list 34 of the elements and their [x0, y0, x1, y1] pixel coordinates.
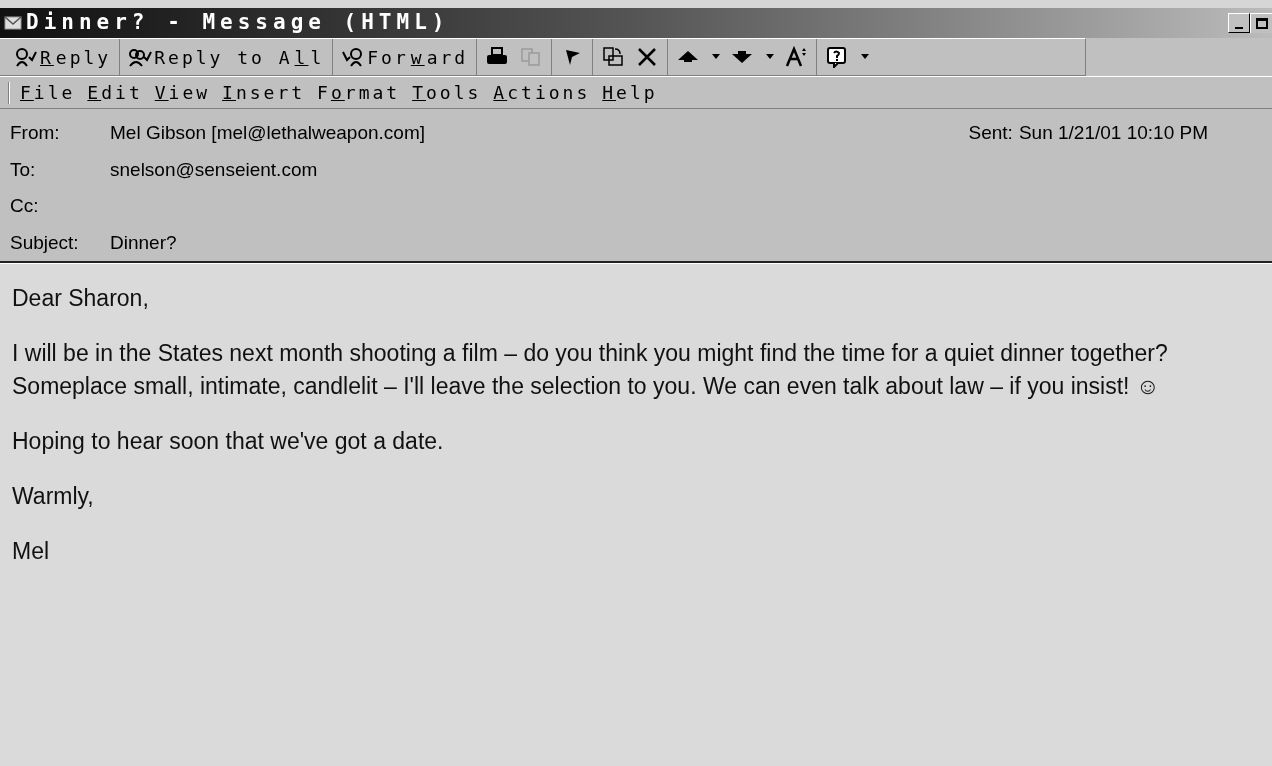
- caret-icon: [712, 54, 721, 60]
- recipient-value: snelson@senseient.com: [110, 157, 318, 182]
- header-label: Sent:: [968, 121, 1013, 145]
- forward-button[interactable]: For w ard: [339, 42, 471, 72]
- menu-item[interactable]: F o rmat: [315, 79, 403, 106]
- sender-value: Mel Gibson [mel@lethalweapon.com]: [110, 121, 425, 145]
- menu-item[interactable]: H elp: [600, 79, 660, 106]
- body-paragraph: Dear Sharon,: [12, 284, 150, 313]
- maximize-button[interactable]: [1250, 13, 1272, 33]
- body-paragraph: I will be in the States next month shooting a film – do you think you might find the time for a quiet dinner together? Someplace small, intimate, candlelit – I'll leave the selection to you. We can even talk about law – if you insist! ☺: [12, 339, 1169, 401]
- reply-all-button[interactable]: Reply to A l l: [126, 42, 327, 72]
- window-title: Dinner? - Message (HTML): [26, 9, 450, 37]
- minimize-button[interactable]: [1228, 13, 1250, 33]
- menu-item[interactable]: V iew: [152, 79, 213, 106]
- header-label: Cc:: [10, 194, 40, 218]
- menu-item[interactable]: F ile: [18, 79, 78, 106]
- subject-value: Dinner?: [110, 230, 177, 255]
- sent-date: Sun 1/21/01 10:10 PM: [1018, 121, 1208, 145]
- menu-item[interactable]: A ctions: [491, 79, 593, 106]
- font-size-icon: [784, 46, 809, 68]
- body-paragraph: Hoping to hear soon that we've got a date.: [12, 427, 445, 456]
- move-to-folder-icon: [601, 46, 626, 68]
- header-label: From:: [10, 121, 61, 145]
- body-paragraph: Warmly,: [12, 482, 95, 511]
- menu-item[interactable]: I nsert: [220, 79, 308, 106]
- caret-icon: [766, 54, 775, 60]
- body-paragraph: Mel: [12, 537, 51, 566]
- header-label: Subject:: [10, 230, 80, 255]
- menu-item[interactable]: T ools: [410, 79, 484, 106]
- menu-item[interactable]: E dit: [85, 79, 145, 106]
- header-label: To:: [10, 157, 37, 182]
- envelope-icon: [4, 16, 22, 30]
- reply-button[interactable]: R eply: [12, 42, 114, 72]
- caret-icon: [861, 54, 870, 60]
